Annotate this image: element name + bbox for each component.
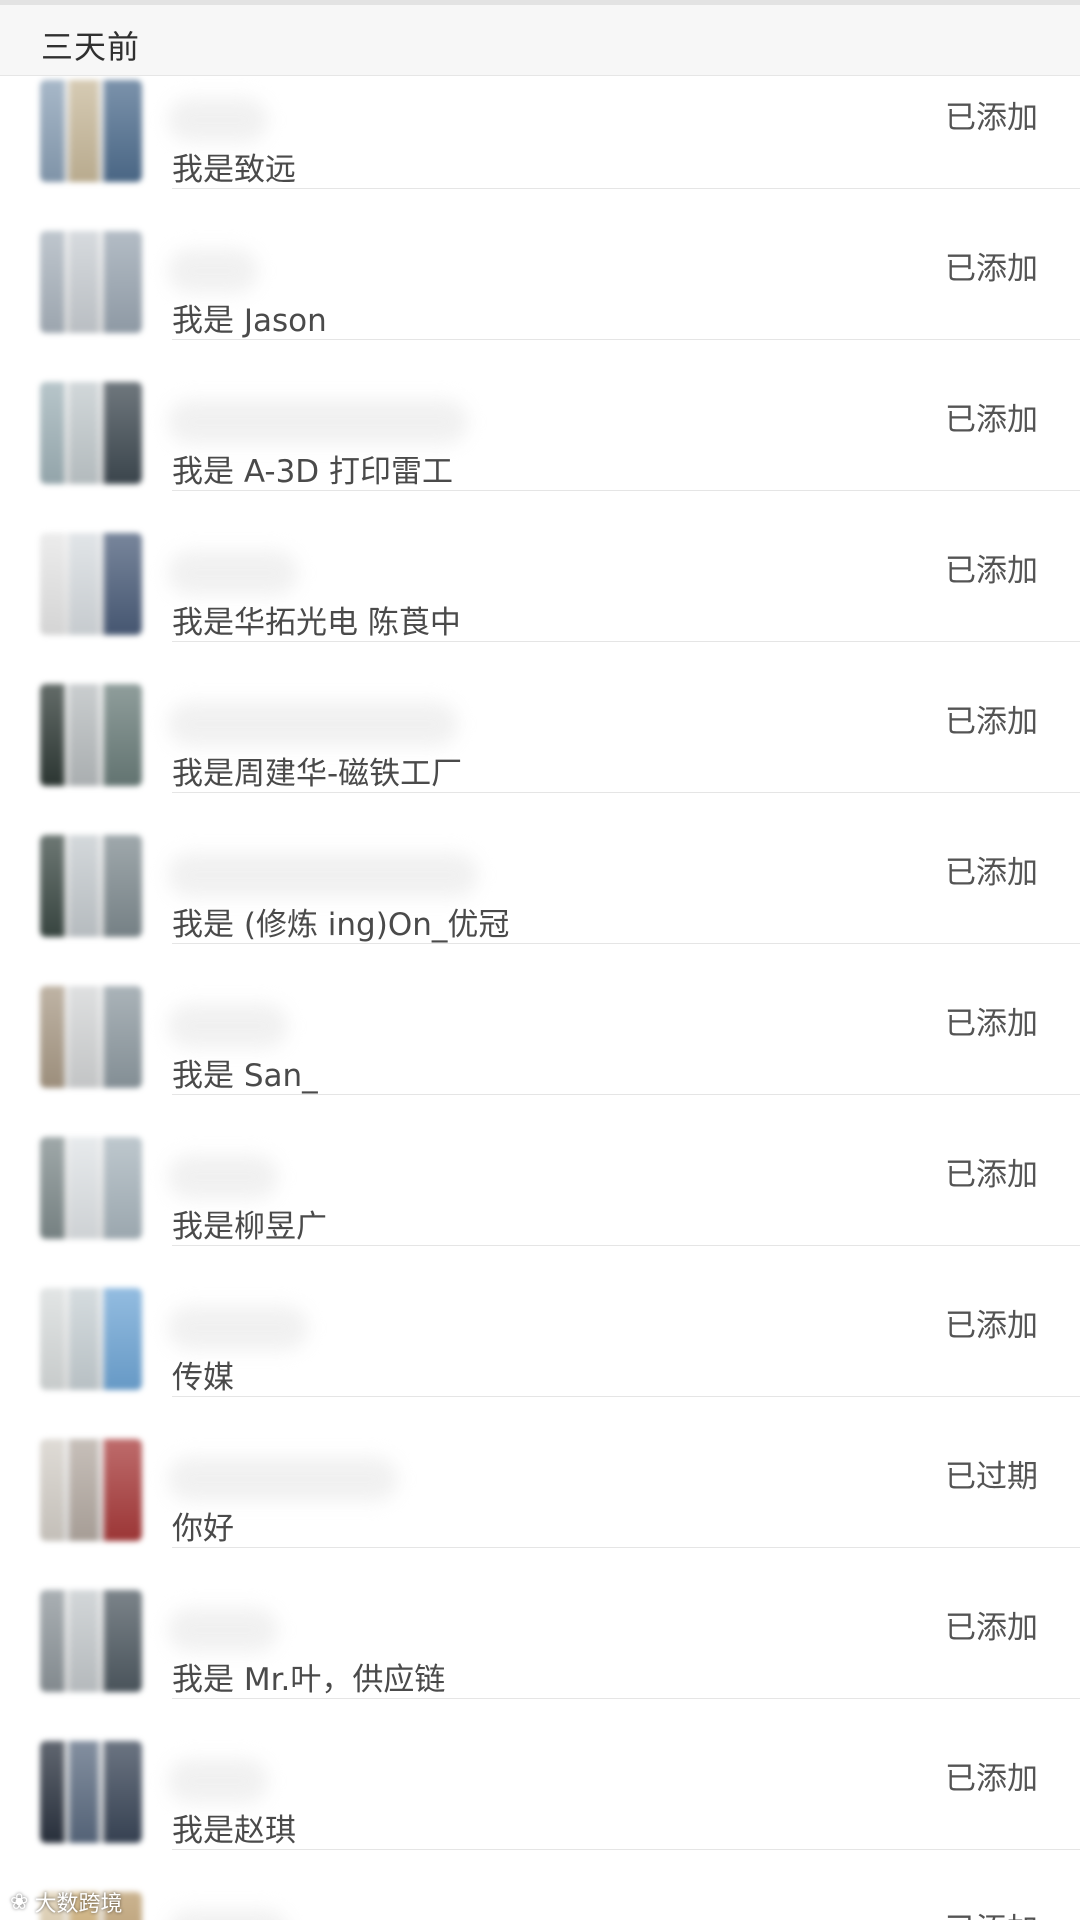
avatar[interactable] (40, 533, 142, 635)
section-header: 三天前 (0, 5, 1080, 76)
friend-request-row[interactable]: 我是柳昱广 已添加 (0, 1095, 1080, 1246)
request-status: 已添加 (945, 100, 1038, 136)
friend-request-row[interactable]: 我是 Jason 已添加 (0, 189, 1080, 340)
contact-name-redacted (168, 249, 258, 293)
contact-name-redacted (168, 1004, 288, 1048)
contact-name-redacted (168, 1306, 308, 1350)
request-message: 你好 (172, 1511, 234, 1547)
contact-name-redacted (168, 1759, 268, 1803)
contact-name-redacted (168, 1457, 398, 1501)
contact-name-redacted (168, 98, 268, 142)
friend-request-row[interactable]: 我是华拓光电 陈莨中 已添加 (0, 491, 1080, 642)
friend-request-row[interactable]: 我是 Mr.叶，供应链 已添加 (0, 1548, 1080, 1699)
request-status: 已添加 (945, 1157, 1038, 1193)
request-message: 我是 A-3D 打印雷工 (172, 454, 454, 490)
request-status: 已添加 (945, 855, 1038, 891)
avatar[interactable] (40, 80, 142, 182)
watermark: ❀ 大数跨境 (10, 1886, 122, 1918)
request-status: 已添加 (945, 553, 1038, 589)
request-status: 已添加 (945, 1761, 1038, 1797)
request-message: 传媒 (172, 1360, 234, 1396)
baidu-paw-icon: ❀ (10, 1889, 29, 1915)
friend-request-row[interactable]: 我是周建华-磁铁工厂 已添加 (0, 642, 1080, 793)
friend-request-row[interactable]: 我是赵琪 已添加 (0, 1699, 1080, 1850)
request-message: 我是 (修炼 ing)On_优冠 (172, 907, 510, 943)
request-status: 已添加 (945, 704, 1038, 740)
request-message: 我是华拓光电 陈莨中 (172, 605, 461, 641)
contact-name-redacted (168, 702, 458, 746)
friend-request-row[interactable]: 我是 (修炼 ing)On_优冠 已添加 (0, 793, 1080, 944)
request-status: 已添加 (945, 1006, 1038, 1042)
avatar[interactable] (40, 1137, 142, 1239)
avatar[interactable] (40, 231, 142, 333)
friend-request-list[interactable]: 我是致远 已添加 我是 Jason 已添加 我是 A-3D 打印雷工 已添加 我是华拓光电 … (0, 38, 1080, 1920)
request-status: 已添加 (945, 1904, 1038, 1920)
request-message: 我是柳昱广 (172, 1209, 327, 1245)
avatar[interactable] (40, 1288, 142, 1390)
request-message: 我是周建华-磁铁工厂 (172, 756, 463, 792)
friend-request-row[interactable]: 传媒 已添加 (0, 1246, 1080, 1397)
friend-request-row[interactable]: 我是 San_ 已添加 (0, 944, 1080, 1095)
request-message: 我是赵琪 (172, 1813, 296, 1849)
request-message: 我是致远 (172, 152, 296, 188)
request-message: 我是 Mr.叶，供应链 (172, 1662, 446, 1698)
section-header-label: 三天前 (41, 28, 141, 66)
avatar[interactable] (40, 1439, 142, 1541)
request-status: 已添加 (945, 251, 1038, 287)
contact-name-redacted (168, 1910, 288, 1920)
contact-name-redacted (168, 1608, 278, 1652)
request-status: 已添加 (945, 1610, 1038, 1646)
request-message: 我是 Jason (172, 303, 327, 339)
contact-name-redacted (168, 853, 478, 897)
request-status: 已添加 (945, 402, 1038, 438)
watermark-text: 大数跨境 (34, 1892, 123, 1917)
avatar[interactable] (40, 1741, 142, 1843)
avatar[interactable] (40, 835, 142, 937)
friend-request-row[interactable]: 我是 A-3D 打印雷工 已添加 (0, 340, 1080, 491)
contact-name-redacted (168, 400, 468, 444)
friend-request-row[interactable]: 你好 已过期 (0, 1397, 1080, 1548)
avatar[interactable] (40, 382, 142, 484)
request-message: 我是 San_ (172, 1058, 318, 1094)
contact-name-redacted (168, 551, 298, 595)
contact-name-redacted (168, 1155, 278, 1199)
avatar[interactable] (40, 684, 142, 786)
request-status: 已添加 (945, 1308, 1038, 1344)
avatar[interactable] (40, 986, 142, 1088)
request-status: 已过期 (945, 1459, 1038, 1495)
avatar[interactable] (40, 1590, 142, 1692)
friend-request-row[interactable]: 已添加 (0, 1850, 1080, 1920)
